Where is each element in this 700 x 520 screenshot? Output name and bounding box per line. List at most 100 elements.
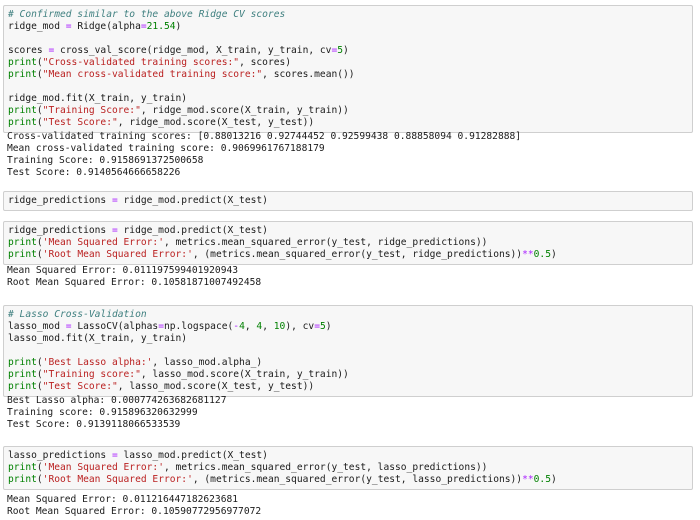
code-line: print('Mean Squared Error:', metrics.mea… — [8, 237, 688, 249]
code-token: ) — [550, 249, 557, 260]
code-token: "Mean cross-validated training score:" — [42, 69, 263, 80]
code-token: print — [8, 237, 37, 248]
code-line: lasso_predictions = lasso_mod.predict(X_… — [8, 450, 688, 462]
code-token: 'Best Lasso alpha:' — [42, 357, 153, 368]
code-token: LassoCV(alphas — [71, 321, 159, 332]
code-token: , lasso_mod.score(X_test, y_test)) — [117, 381, 315, 392]
code-line: print("Training score:", lasso_mod.score… — [8, 369, 688, 381]
code-cell[interactable]: lasso_predictions = lasso_mod.predict(X_… — [3, 446, 693, 490]
code-line: ridge_mod = Ridge(alpha=21.54) — [8, 21, 688, 33]
code-token: print — [8, 474, 37, 485]
output-line: Mean Squared Error: 0.011216447182623681 — [7, 494, 239, 505]
code-token: "Test Score:" — [42, 117, 118, 128]
code-token: , (metrics.mean_squared_error(y_test, la… — [192, 474, 523, 485]
code-line: ridge_predictions = ridge_mod.predict(X_… — [8, 195, 688, 207]
output-cell: Best Lasso alpha: 0.000774263682681127 Tr… — [7, 395, 693, 431]
output-line: Root Mean Squared Error: 0.1059077295697… — [7, 506, 262, 517]
code-line: ridge_predictions = ridge_mod.predict(X_… — [8, 225, 688, 237]
code-token: ) — [175, 21, 182, 32]
code-token: ridge_predictions — [8, 225, 112, 236]
code-token: , lasso_mod.alpha_) — [152, 357, 263, 368]
code-token: ** — [522, 474, 534, 485]
code-token: ridge_mod.predict(X_test) — [117, 195, 268, 206]
code-token: ) — [550, 474, 557, 485]
code-line: lasso_mod = LassoCV(alphas=np.logspace(-… — [8, 321, 688, 333]
code-token: print — [8, 357, 37, 368]
code-token: 'Mean Squared Error:' — [42, 237, 164, 248]
code-line: # Confirmed similar to the above Ridge C… — [8, 9, 688, 21]
code-token: 0.5 — [533, 474, 551, 485]
code-line: print("Mean cross-validated training sco… — [8, 69, 688, 81]
code-token: , metrics.mean_squared_error(y_test, rid… — [163, 237, 488, 248]
code-token: print — [8, 117, 37, 128]
code-token: 'Root Mean Squared Error:' — [42, 474, 193, 485]
code-line: print('Root Mean Squared Error:', (metri… — [8, 474, 688, 486]
code-token: print — [8, 105, 37, 116]
code-line: print("Test Score:", ridge_mod.score(X_t… — [8, 117, 688, 129]
code-line: print("Cross-validated training scores:"… — [8, 57, 688, 69]
code-token: ridge_mod.predict(X_test) — [117, 225, 268, 236]
code-token: 'Mean Squared Error:' — [42, 462, 164, 473]
code-token: ** — [522, 249, 534, 260]
code-line: print("Test Score:", lasso_mod.score(X_t… — [8, 381, 688, 393]
notebook: # Confirmed similar to the above Ridge C… — [0, 0, 700, 520]
code-token: print — [8, 381, 37, 392]
code-line: print('Best Lasso alpha:', lasso_mod.alp… — [8, 357, 688, 369]
code-token: lasso_predictions — [8, 450, 112, 461]
output-line: Test Score: 0.9140564666658226 — [7, 167, 181, 178]
output-line: Cross-validated training scores: [0.8801… — [7, 131, 522, 142]
code-cell[interactable]: ridge_predictions = ridge_mod.predict(X_… — [3, 191, 693, 211]
output-line: Training Score: 0.9158691372500658 — [7, 155, 204, 166]
code-token: lasso_mod — [8, 321, 66, 332]
code-token: "Test Score:" — [42, 381, 118, 392]
code-token: , ridge_mod.score(X_test, y_test)) — [117, 117, 315, 128]
output-cell: Mean Squared Error: 0.011197599401920943… — [7, 265, 693, 289]
code-token: , (metrics.mean_squared_error(y_test, ri… — [192, 249, 523, 260]
code-line: print("Training Score:", ridge_mod.score… — [8, 105, 688, 117]
code-token: "Training score:" — [42, 369, 141, 380]
output-line: Mean Squared Error: 0.011197599401920943 — [7, 265, 239, 276]
code-cell[interactable]: # Confirmed similar to the above Ridge C… — [3, 5, 693, 133]
output-line: Test Score: 0.9139118066533539 — [7, 419, 181, 430]
code-token: ridge_mod — [8, 21, 66, 32]
code-token: print — [8, 57, 37, 68]
code-token: , lasso_mod.score(X_train, y_train)) — [140, 369, 349, 380]
code-token: print — [8, 369, 37, 380]
code-token: print — [8, 462, 37, 473]
code-cell[interactable]: # Lasso Cross-Validation lasso_mod = Lass… — [3, 305, 693, 397]
code-token: ridge_mod.fit(X_train, y_train) — [8, 93, 188, 104]
code-token: , ridge_mod.score(X_train, y_train)) — [140, 105, 349, 116]
code-line: lasso_mod.fit(X_train, y_train) — [8, 333, 688, 345]
code-line: ridge_mod.fit(X_train, y_train) — [8, 93, 688, 105]
output-line: Training score: 0.915896320632999 — [7, 407, 198, 418]
code-token: 10 — [273, 321, 286, 332]
output-line: Mean cross-validated training score: 0.9… — [7, 143, 325, 154]
code-line: # Lasso Cross-Validation — [8, 309, 688, 321]
output-cell: Mean Squared Error: 0.011216447182623681… — [7, 494, 693, 518]
code-line: print('Root Mean Squared Error:', (metri… — [8, 249, 688, 261]
code-token: , — [262, 321, 274, 332]
code-token: np.logspace( — [163, 321, 234, 332]
code-token: 0.5 — [533, 249, 551, 260]
code-token: ), cv — [285, 321, 315, 332]
code-token: "Cross-validated training scores:" — [42, 57, 240, 68]
code-token: print — [8, 69, 37, 80]
code-token: , metrics.mean_squared_error(y_test, las… — [163, 462, 488, 473]
code-token: print — [8, 249, 37, 260]
output-cell: Cross-validated training scores: [0.8801… — [7, 131, 693, 179]
code-token: ) — [343, 45, 349, 56]
code-token: "Training Score:" — [42, 105, 141, 116]
code-token: ) — [325, 321, 332, 332]
code-token: , scores) — [239, 57, 292, 68]
code-cell[interactable]: ridge_predictions = ridge_mod.predict(X_… — [3, 221, 693, 265]
code-token: lasso_mod.fit(X_train, y_train) — [8, 333, 188, 344]
code-line: scores = cross_val_score(ridge_mod, X_tr… — [8, 45, 688, 57]
code-token: lasso_mod.predict(X_test) — [117, 450, 268, 461]
code-token: , scores.mean()) — [262, 69, 355, 80]
code-line: print('Mean Squared Error:', metrics.mea… — [8, 462, 688, 474]
code-token: , — [244, 321, 257, 332]
code-token: cross_val_score(ridge_mod, X_train, y_tr… — [54, 45, 332, 56]
